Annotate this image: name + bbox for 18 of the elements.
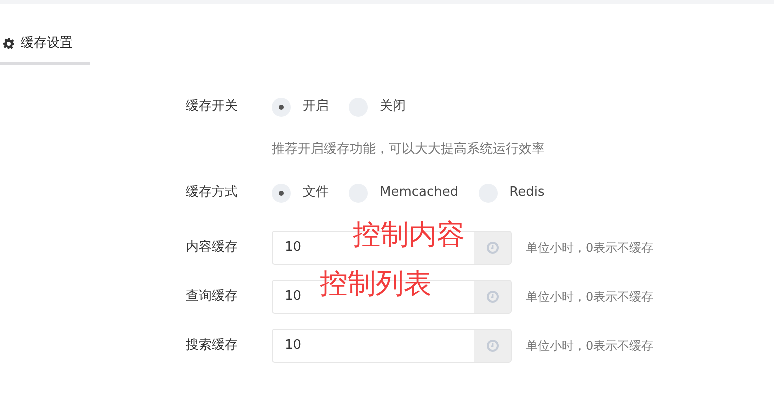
unit-hint: 单位小时，0表示不缓存 <box>526 288 654 306</box>
field-label: 缓存开关 <box>186 98 239 116</box>
field-label: 缓存方式 <box>186 184 239 202</box>
field-label: 查询缓存 <box>186 288 239 306</box>
radio-option[interactable]: Redis <box>478 183 545 203</box>
settings-tab[interactable]: 缓存设置 <box>0 25 90 65</box>
hint-text: 推荐开启缓存功能，可以大大提高系统运行效率 <box>272 141 545 160</box>
gear-icon <box>3 38 15 50</box>
radio-option[interactable]: Memcached <box>349 183 459 203</box>
radio-option[interactable]: 开启 <box>272 97 329 117</box>
field-label: 搜索缓存 <box>186 336 239 355</box>
field-label: 内容缓存 <box>186 238 239 257</box>
unit-hint: 单位小时，0表示不缓存 <box>526 240 654 256</box>
radio-option[interactable]: 关闭 <box>349 97 406 117</box>
radio-option[interactable]: 文件 <box>272 183 329 203</box>
unit-hint: 单位小时，0表示不缓存 <box>526 338 654 354</box>
radio-button[interactable] <box>272 98 291 116</box>
radio-button[interactable] <box>272 184 291 202</box>
